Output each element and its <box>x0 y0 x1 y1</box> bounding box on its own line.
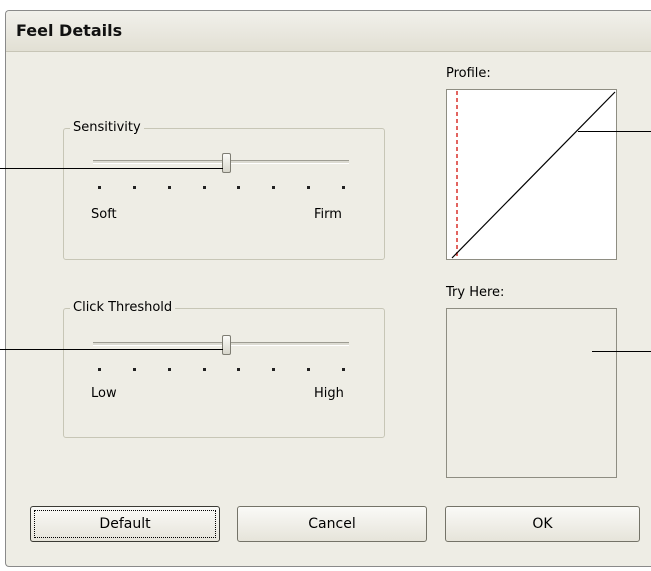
profile-curve-chart <box>451 91 616 259</box>
click-threshold-tick <box>98 368 101 371</box>
sensitivity-slider-track[interactable] <box>93 160 349 164</box>
click-threshold-tick <box>167 368 171 371</box>
try-here-label: Try Here: <box>446 285 505 300</box>
try-here-area[interactable] <box>446 308 617 478</box>
ok-button-label: OK <box>532 516 553 532</box>
sensitivity-tick <box>202 186 206 189</box>
dialog-title: Feel Details <box>16 21 123 40</box>
default-button[interactable]: Default <box>30 506 220 542</box>
profile-graph <box>446 89 617 260</box>
click-threshold-low-label: Low <box>91 386 117 401</box>
click-threshold-high-label: High <box>314 386 344 401</box>
sensitivity-tick <box>237 186 241 189</box>
click-threshold-tick <box>272 368 276 371</box>
sensitivity-tick <box>132 186 136 189</box>
sensitivity-tick <box>98 186 101 189</box>
sensitivity-tick <box>307 186 311 189</box>
sensitivity-soft-label: Soft <box>91 207 117 222</box>
sensitivity-group: Sensitivity <box>63 120 385 260</box>
click-threshold-legend: Click Threshold <box>70 300 176 315</box>
click-threshold-group: Click Threshold <box>63 300 385 438</box>
profile-callout-line <box>578 131 651 132</box>
click-threshold-slider-track[interactable] <box>93 342 349 346</box>
sensitivity-callout-line <box>0 168 223 169</box>
sensitivity-slider-thumb[interactable] <box>222 153 232 173</box>
profile-label: Profile: <box>446 66 491 81</box>
click-threshold-tick <box>202 368 206 371</box>
profile-curve <box>451 91 616 259</box>
click-threshold-tick <box>132 368 136 371</box>
click-threshold-callout-line <box>0 349 223 350</box>
click-threshold-slider-thumb[interactable] <box>222 335 232 355</box>
sensitivity-tick <box>342 186 345 189</box>
click-threshold-tick <box>307 368 311 371</box>
title-bar: Feel Details <box>6 11 651 52</box>
ok-button[interactable]: OK <box>445 506 640 542</box>
sensitivity-legend: Sensitivity <box>70 120 144 135</box>
default-button-focus-ring <box>34 510 216 538</box>
sensitivity-tick <box>167 186 171 189</box>
cancel-button[interactable]: Cancel <box>237 506 427 542</box>
cancel-button-label: Cancel <box>308 516 356 532</box>
try-here-callout-line <box>592 351 651 352</box>
click-threshold-tick <box>342 368 345 371</box>
click-threshold-tick <box>237 368 241 371</box>
sensitivity-tick <box>272 186 276 189</box>
sensitivity-firm-label: Firm <box>314 207 342 222</box>
